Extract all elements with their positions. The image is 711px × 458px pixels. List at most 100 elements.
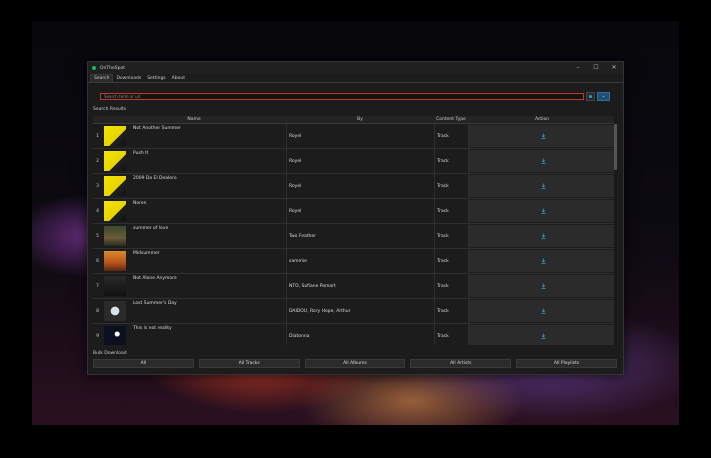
- content-type-cell: Track: [435, 174, 469, 198]
- search-row: Search term or url ⌄: [100, 91, 610, 101]
- content-type-cell: Track: [435, 224, 469, 248]
- album-art: [104, 176, 126, 196]
- name-cell: 2009 Da El Dealero: [102, 174, 287, 198]
- row-number: 6: [96, 258, 99, 264]
- album-art: [104, 276, 126, 296]
- track-name: Midsummer: [133, 251, 160, 256]
- download-button[interactable]: [469, 225, 617, 247]
- scrollbar-thumb[interactable]: [614, 124, 617, 170]
- table-row[interactable]: 2 Push It Royel Track: [93, 149, 617, 174]
- album-art: [104, 201, 126, 221]
- tab-settings[interactable]: Settings: [144, 75, 168, 82]
- download-all-albums-button[interactable]: All Albums: [304, 359, 406, 368]
- table-row[interactable]: 8 Lost Summer's Day DAIDOU, Rory Hope, Art…: [93, 299, 617, 324]
- download-button[interactable]: [469, 175, 617, 197]
- table-row[interactable]: 1 Not Another Summer Royel Track: [93, 124, 617, 149]
- row-number: 9: [96, 333, 99, 339]
- download-icon: [541, 183, 545, 189]
- download-all-tracks-button[interactable]: All Tracks: [198, 359, 300, 368]
- name-cell: Lost Summer's Day: [102, 299, 287, 323]
- track-name: 2009 Da El Dealero: [133, 176, 177, 181]
- content-type-cell: Track: [435, 249, 469, 273]
- download-button[interactable]: [469, 300, 617, 322]
- table-row[interactable]: 3 2009 Da El Dealero Royel Track: [93, 174, 617, 199]
- app-window: OnTheSpot – ☐ ✕ Search Downloads Setting…: [87, 61, 624, 375]
- row-number: 7: [96, 283, 99, 289]
- results-scrollbar[interactable]: [614, 116, 617, 345]
- table-row[interactable]: 4 Noren Royel Track: [93, 199, 617, 224]
- row-number: 8: [96, 308, 99, 314]
- row-number: 5: [96, 233, 99, 239]
- table-row[interactable]: 5 summer of love Two Feather Track: [93, 224, 617, 249]
- content-type-cell: Track: [435, 199, 469, 223]
- name-cell: This is not reality: [102, 324, 287, 345]
- album-art: [104, 251, 126, 271]
- download-all-button[interactable]: All: [93, 359, 194, 368]
- name-cell: Midsummer: [102, 249, 287, 273]
- content-type-dropdown[interactable]: ⌄: [597, 91, 610, 101]
- bulk-download-label: Bulk Download: [93, 351, 127, 356]
- artist-cell: Diatonna: [287, 324, 435, 345]
- search-input[interactable]: Search term or url: [100, 92, 584, 100]
- maximize-button[interactable]: ☐: [587, 62, 605, 74]
- track-name: Push It: [133, 151, 149, 156]
- download-button[interactable]: [469, 250, 617, 272]
- download-all-playlists-button[interactable]: All Playlists: [516, 359, 617, 368]
- tab-search[interactable]: Search: [90, 74, 114, 82]
- download-icon: [541, 308, 545, 314]
- table-header: Name By Content Type Action: [93, 116, 617, 124]
- album-art: [104, 151, 126, 171]
- row-number: 1: [96, 133, 99, 139]
- track-name: summer of love: [133, 226, 169, 231]
- search-icon: [589, 94, 592, 98]
- column-header-index: [93, 116, 102, 123]
- artist-cell: Royel: [287, 174, 435, 198]
- download-all-artists-button[interactable]: All Artists: [410, 359, 512, 368]
- track-name: Noren: [133, 201, 147, 206]
- title-bar: OnTheSpot – ☐ ✕: [88, 62, 623, 74]
- artist-cell: DAIDOU, Rory Hope, Arthur: [287, 299, 435, 323]
- tab-downloads[interactable]: Downloads: [113, 75, 144, 82]
- table-row[interactable]: 9 This is not reality Diatonna Track: [93, 324, 617, 345]
- album-art: [104, 226, 126, 246]
- name-cell: Noren: [102, 199, 287, 223]
- content-type-cell: Track: [435, 124, 469, 148]
- column-header-by[interactable]: By: [286, 116, 434, 123]
- minimize-button[interactable]: –: [569, 62, 587, 74]
- album-art: [104, 126, 126, 146]
- name-cell: Push It: [102, 149, 287, 173]
- table-row[interactable]: 7 Not Alone Anymore NTO, Sofiane Pamart Tra…: [93, 274, 617, 299]
- download-button[interactable]: [469, 125, 617, 147]
- track-name: Not Alone Anymore: [133, 276, 177, 281]
- download-button[interactable]: [469, 275, 617, 297]
- table-row[interactable]: 6 Midsummer sammie Track: [93, 249, 617, 274]
- content-type-cell: Track: [435, 274, 469, 298]
- tab-bar: Search Downloads Settings About: [88, 74, 623, 83]
- search-button[interactable]: [586, 91, 595, 101]
- download-button[interactable]: [469, 325, 617, 345]
- column-header-action[interactable]: Action: [468, 116, 616, 123]
- track-name: Not Another Summer: [133, 126, 181, 131]
- download-button[interactable]: [469, 150, 617, 172]
- tab-about[interactable]: About: [169, 75, 188, 82]
- download-icon: [541, 133, 545, 139]
- download-icon: [541, 208, 545, 214]
- row-number: 3: [96, 183, 99, 189]
- album-art: [104, 301, 126, 321]
- column-header-content-type[interactable]: Content Type: [434, 116, 468, 123]
- bulk-download-row: All All Tracks All Albums All Artists Al…: [93, 359, 617, 368]
- close-button[interactable]: ✕: [605, 62, 623, 74]
- row-number: 4: [96, 208, 99, 214]
- column-header-name[interactable]: Name: [102, 116, 286, 123]
- artist-cell: Royel: [287, 149, 435, 173]
- download-icon: [541, 283, 545, 289]
- artist-cell: Royel: [287, 124, 435, 148]
- search-results-label: Search Results: [93, 107, 127, 112]
- track-name: This is not reality: [133, 326, 172, 331]
- row-number: 2: [96, 158, 99, 164]
- download-button[interactable]: [469, 200, 617, 222]
- content-type-cell: Track: [435, 299, 469, 323]
- content-type-cell: Track: [435, 149, 469, 173]
- download-icon: [541, 158, 545, 164]
- name-cell: Not Another Summer: [102, 124, 287, 148]
